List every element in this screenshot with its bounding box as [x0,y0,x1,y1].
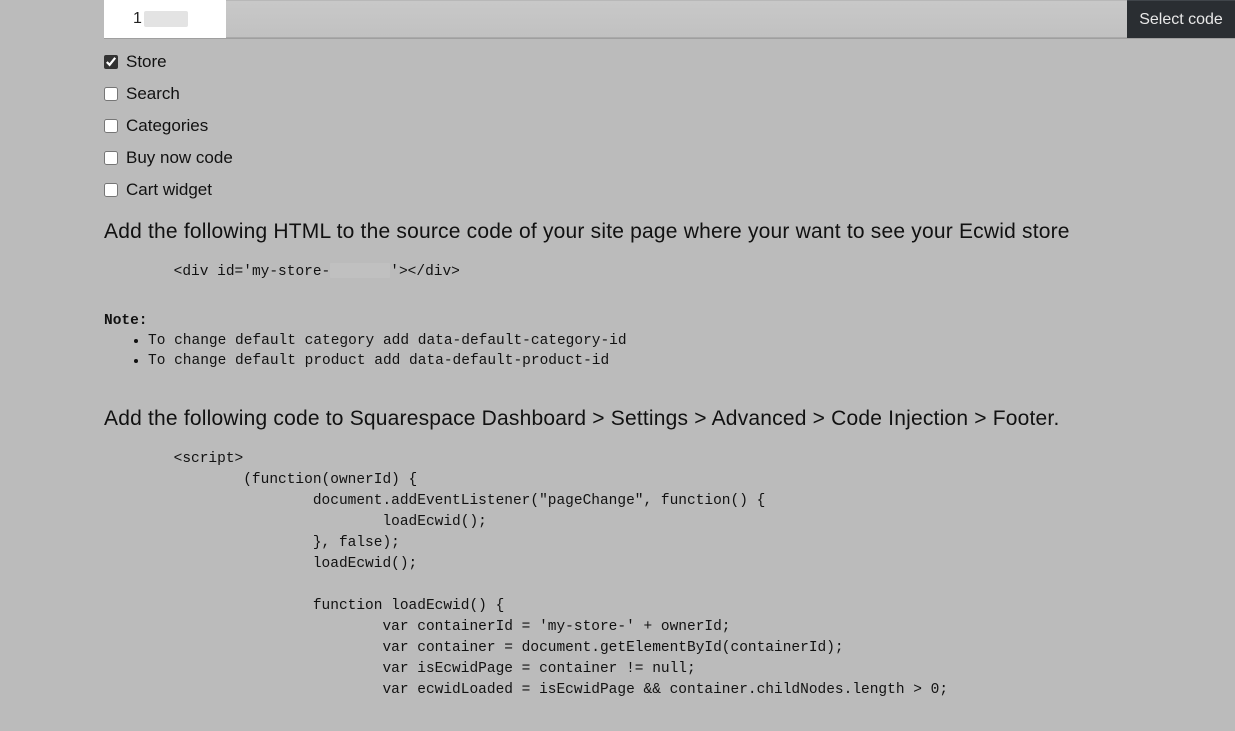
topbar-spacer [226,0,1127,38]
checkbox-label: Buy now code [126,148,233,168]
code-script-snippet: <script> (function(ownerId) { document.a… [104,449,1235,701]
checkbox-row-cart[interactable]: Cart widget [104,174,1235,206]
checkbox-label: Cart widget [126,180,212,200]
checkbox-categories[interactable] [104,119,118,133]
note-bullet: To change default category add data-defa… [148,331,1235,351]
checkbox-search[interactable] [104,87,118,101]
checkbox-row-categories[interactable]: Categories [104,110,1235,142]
checkbox-label: Store [126,52,167,72]
checkbox-row-store[interactable]: Store [104,46,1235,78]
code-div-snippet: <div id='my-store-'></div> [104,262,1235,283]
store-id-box: 1 [104,0,226,38]
checkbox-label: Categories [126,116,208,136]
heading-injection-instruction: Add the following code to Squarespace Da… [104,407,1235,431]
checkbox-label: Search [126,84,180,104]
checkbox-row-search[interactable]: Search [104,78,1235,110]
checkbox-cart[interactable] [104,183,118,197]
heading-html-instruction: Add the following HTML to the source cod… [104,220,1235,244]
note-label: Note: [104,313,1235,329]
redacted-store-id-code [330,263,390,278]
topbar: 1 Select code [104,0,1235,38]
store-id-prefix: 1 [133,10,142,28]
checkbox-store[interactable] [104,55,118,69]
redacted-store-id [144,11,188,27]
checkbox-row-buynow[interactable]: Buy now code [104,142,1235,174]
select-code-button[interactable]: Select code [1127,0,1235,38]
checkbox-buynow[interactable] [104,151,118,165]
note-bullet: To change default product add data-defau… [148,351,1235,371]
widget-checkbox-list: Store Search Categories Buy now code Car… [104,46,1235,206]
note-bullets: To change default category add data-defa… [104,331,1235,371]
